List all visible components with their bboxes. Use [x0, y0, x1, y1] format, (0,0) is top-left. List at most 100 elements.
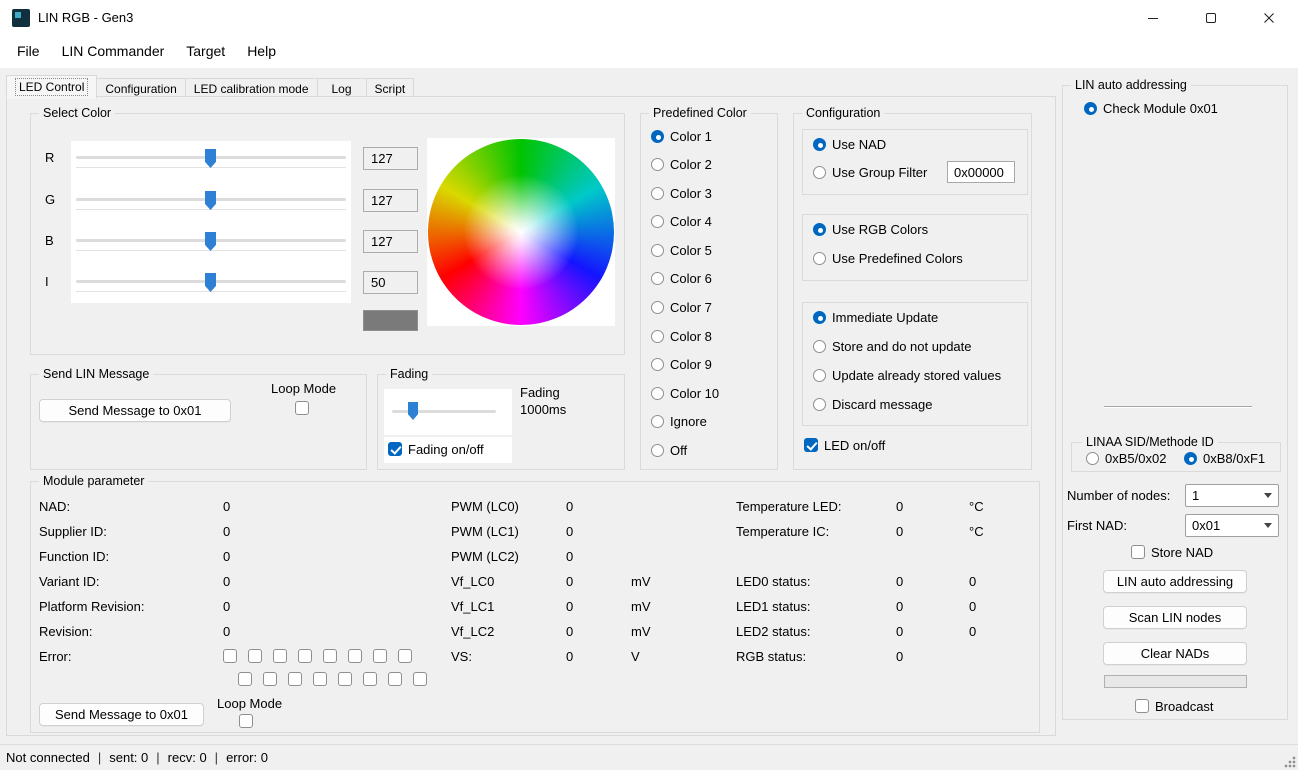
param-row: PWM (LC1) 0 [451, 519, 721, 544]
slider-value-i[interactable]: 50 [363, 271, 418, 294]
menu-target[interactable]: Target [175, 35, 236, 68]
error-bit-checkbox[interactable] [313, 672, 327, 686]
predefined-option-color-1[interactable]: Color 1 [651, 128, 719, 144]
error-bit-checkbox[interactable] [223, 649, 237, 663]
sid-option-b8[interactable]: 0xB8/0xF1 [1184, 450, 1265, 466]
led-onoff-option[interactable]: LED on/off [804, 437, 885, 453]
scan-lin-nodes-button[interactable]: Scan LIN nodes [1103, 606, 1247, 629]
fading-value-label: 1000ms [520, 402, 567, 417]
use-group-filter-option[interactable]: Use Group Filter [813, 164, 927, 180]
fading-onoff-checkbox[interactable] [388, 442, 402, 456]
error-bit-checkbox[interactable] [298, 649, 312, 663]
sid-option-b5[interactable]: 0xB5/0x02 [1086, 450, 1166, 466]
option-label: Immediate Update [832, 309, 939, 325]
check-module-option[interactable]: Check Module 0x01 [1084, 100, 1218, 116]
broadcast-option[interactable]: Broadcast [1135, 698, 1214, 714]
module-loop-mode-checkbox[interactable] [239, 714, 253, 728]
predefined-option-ignore[interactable]: Ignore [651, 414, 719, 430]
error-bit-checkbox[interactable] [248, 649, 262, 663]
clear-nads-button[interactable]: Clear NADs [1103, 642, 1247, 665]
option-label: 0xB8/0xF1 [1203, 450, 1266, 466]
error-bit-checkbox[interactable] [388, 672, 402, 686]
predefined-option-color-6[interactable]: Color 6 [651, 271, 719, 287]
addressing-progress-bar [1104, 675, 1247, 688]
led-onoff-checkbox[interactable] [804, 438, 818, 452]
predefined-option-color-2[interactable]: Color 2 [651, 157, 719, 173]
error-bit-checkbox[interactable] [238, 672, 252, 686]
param-row: Vf_LC0 0 mV [451, 569, 721, 594]
error-bit-checkbox[interactable] [398, 649, 412, 663]
fading-onoff-option[interactable]: Fading on/off [388, 441, 484, 457]
option-label: 0xB5/0x02 [1105, 450, 1167, 466]
option-label: Color 7 [670, 300, 712, 316]
error-bit-checkbox[interactable] [288, 672, 302, 686]
option-label: Color 3 [670, 185, 712, 201]
linaa-sid-title: LINAA SID/Methode ID [1082, 435, 1218, 450]
slider-value-r[interactable]: 127 [363, 147, 418, 170]
slider-value-b[interactable]: 127 [363, 230, 418, 253]
param-value: 0 [896, 524, 904, 539]
number-of-nodes-combo[interactable]: 1 [1185, 484, 1279, 507]
menu-file[interactable]: File [6, 35, 51, 68]
radio-icon [651, 243, 664, 257]
close-button[interactable] [1240, 0, 1298, 35]
nad-options: Use NAD Use Group Filter [813, 136, 927, 180]
send-message-button[interactable]: Send Message to 0x01 [39, 399, 231, 422]
error-bit-checkbox[interactable] [348, 649, 362, 663]
use-predefined-colors-option[interactable]: Use Predefined Colors [813, 250, 963, 266]
radio-icon [651, 301, 664, 315]
predefined-option-color-4[interactable]: Color 4 [651, 214, 719, 230]
group-filter-input[interactable] [947, 161, 1015, 183]
predefined-option-color-10[interactable]: Color 10 [651, 385, 719, 401]
loop-mode-checkbox[interactable] [295, 401, 309, 415]
param-label: RGB status: [736, 649, 807, 664]
predefined-option-color-9[interactable]: Color 9 [651, 357, 719, 373]
param-value: 0 [566, 599, 574, 614]
param-label: PWM (LC2) [451, 549, 519, 564]
immediate-update-option[interactable]: Immediate Update [813, 309, 1001, 325]
radio-icon [813, 137, 826, 151]
param-label: LED1 status: [736, 599, 811, 614]
tab-led-control[interactable]: LED Control [6, 75, 98, 99]
fading-onoff-label: Fading on/off [408, 441, 484, 457]
client-area: LED Control Configuration LED calibratio… [0, 68, 1298, 744]
update-stored-values-option[interactable]: Update already stored values [813, 367, 1001, 383]
param-label: Error: [39, 649, 72, 664]
error-bit-checkbox[interactable] [263, 672, 277, 686]
menu-help[interactable]: Help [236, 35, 287, 68]
status-separator: | [214, 750, 219, 765]
lin-auto-addressing-button[interactable]: LIN auto addressing [1103, 570, 1247, 593]
discard-message-option[interactable]: Discard message [813, 396, 1001, 412]
error-bit-checkbox[interactable] [363, 672, 377, 686]
predefined-option-color-7[interactable]: Color 7 [651, 300, 719, 316]
param-value: 0 [896, 599, 904, 614]
store-nad-checkbox[interactable] [1131, 545, 1145, 559]
store-not-update-option[interactable]: Store and do not update [813, 338, 1001, 354]
maximize-button[interactable] [1182, 0, 1240, 35]
loop-mode-label: Loop Mode [271, 381, 337, 396]
error-bit-checkbox[interactable] [373, 649, 387, 663]
option-label: Use NAD [832, 136, 887, 152]
broadcast-checkbox[interactable] [1135, 699, 1149, 713]
led-onoff-label: LED on/off [824, 437, 886, 453]
error-bit-checkbox[interactable] [273, 649, 287, 663]
error-bit-checkbox[interactable] [323, 649, 337, 663]
error-bit-checkbox[interactable] [338, 672, 352, 686]
store-nad-option[interactable]: Store NAD [1131, 544, 1213, 560]
status-separator: | [97, 750, 102, 765]
module-send-message-button[interactable]: Send Message to 0x01 [39, 703, 204, 726]
predefined-option-off[interactable]: Off [651, 443, 719, 459]
menu-lin-commander[interactable]: LIN Commander [51, 35, 176, 68]
resize-grip[interactable] [1283, 755, 1296, 768]
predefined-option-color-3[interactable]: Color 3 [651, 185, 719, 201]
minimize-button[interactable] [1124, 0, 1182, 35]
use-nad-option[interactable]: Use NAD [813, 136, 927, 152]
color-wheel[interactable] [428, 139, 614, 325]
predefined-option-color-5[interactable]: Color 5 [651, 242, 719, 258]
fading-slider-track[interactable] [392, 410, 496, 413]
predefined-option-color-8[interactable]: Color 8 [651, 328, 719, 344]
error-bit-checkbox[interactable] [413, 672, 427, 686]
first-nad-combo[interactable]: 0x01 [1185, 514, 1279, 537]
use-rgb-colors-option[interactable]: Use RGB Colors [813, 221, 963, 237]
slider-value-g[interactable]: 127 [363, 189, 418, 212]
